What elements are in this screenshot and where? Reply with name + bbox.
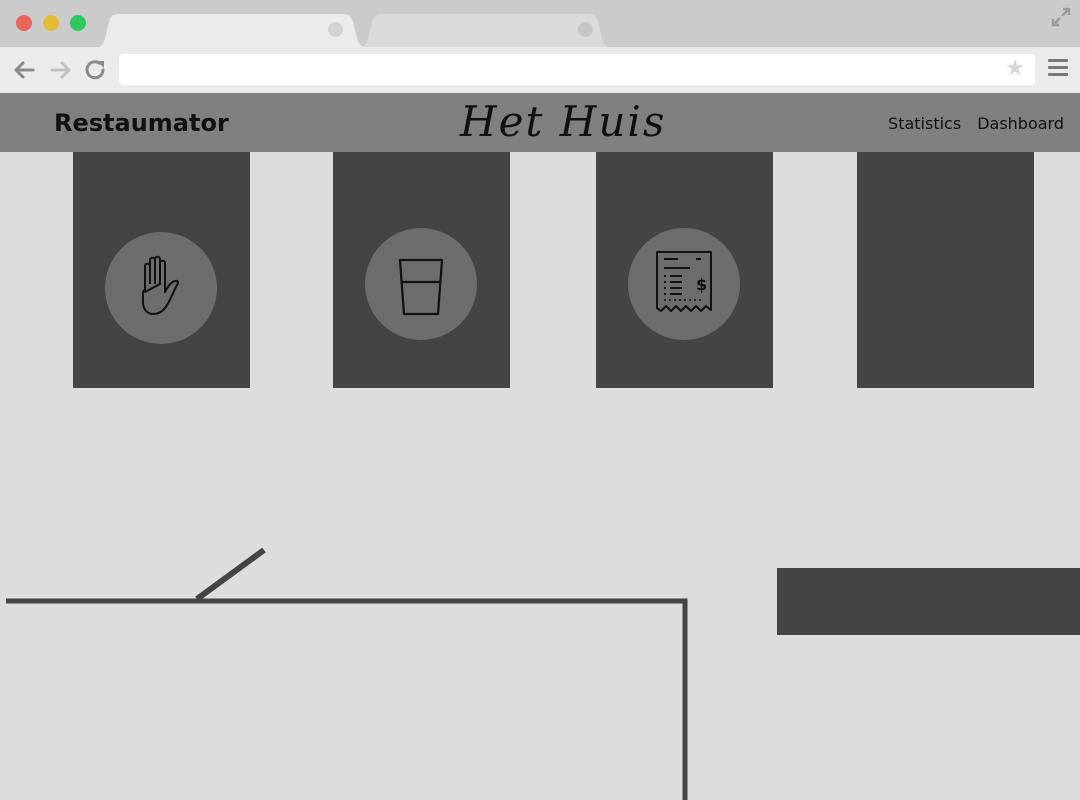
request-bill-button[interactable]: $ xyxy=(628,228,740,340)
receipt-icon: $ xyxy=(656,251,712,312)
door-swing xyxy=(195,547,266,602)
nav-dashboard-link[interactable]: Dashboard xyxy=(977,114,1064,133)
request-bill-card[interactable]: $ xyxy=(596,152,773,388)
nav-statistics-link[interactable]: Statistics xyxy=(888,114,961,133)
back-arrow-icon[interactable] xyxy=(12,59,36,81)
svg-text:$: $ xyxy=(696,275,707,294)
address-bar[interactable]: ★ xyxy=(119,54,1035,85)
call-waiter-card[interactable] xyxy=(73,152,250,388)
star-icon[interactable]: ★ xyxy=(1005,58,1025,80)
expand-icon[interactable] xyxy=(1050,6,1072,28)
close-window-button[interactable] xyxy=(16,15,32,31)
reload-icon[interactable] xyxy=(84,59,108,81)
browser-chrome: ★ xyxy=(0,0,1080,93)
brand-name: Restaumator xyxy=(54,109,229,137)
order-drink-card[interactable] xyxy=(333,152,510,388)
empty-action-card[interactable] xyxy=(857,152,1034,388)
minimize-window-button[interactable] xyxy=(43,15,59,31)
tab-strip xyxy=(0,0,1080,48)
call-waiter-button[interactable] xyxy=(105,232,217,344)
tab-close-icon[interactable] xyxy=(578,22,593,37)
browser-toolbar: ★ xyxy=(0,47,1080,93)
browser-tab[interactable] xyxy=(355,14,615,48)
order-drink-button[interactable] xyxy=(365,228,477,340)
restaurant-name: Het Huis xyxy=(460,97,667,146)
glass-icon xyxy=(398,258,444,316)
floor-wall xyxy=(6,598,688,800)
app-header: Restaumator Het Huis Statistics Dashboar… xyxy=(0,93,1080,152)
forward-arrow-icon[interactable] xyxy=(49,59,73,81)
menu-icon[interactable] xyxy=(1048,59,1068,79)
hand-icon xyxy=(142,255,180,315)
nav-links: Statistics Dashboard xyxy=(888,114,1064,133)
browser-tab-active[interactable] xyxy=(92,14,372,48)
maximize-window-button[interactable] xyxy=(70,15,86,31)
bar-counter xyxy=(777,568,1080,635)
tab-close-icon[interactable] xyxy=(328,22,343,37)
